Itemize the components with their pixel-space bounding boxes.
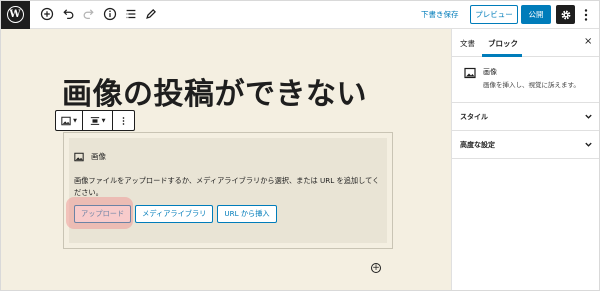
- image-icon: [61, 116, 71, 125]
- preview-button[interactable]: プレビュー: [470, 5, 518, 24]
- vertical-ellipsis-icon: [584, 8, 588, 21]
- add-block-plus-icon[interactable]: [39, 6, 55, 22]
- caret-down-icon: ▼: [73, 117, 77, 124]
- block-card-description: 画像を挿入し、視覚に訴えます。: [483, 81, 580, 89]
- panel-advanced[interactable]: 高度な設定: [452, 131, 600, 159]
- tab-document[interactable]: 文書: [460, 38, 475, 49]
- image-block-label-text: 画像: [91, 152, 106, 161]
- list-view-icon[interactable]: [123, 6, 139, 22]
- image-icon: [464, 67, 476, 79]
- block-type-switcher[interactable]: ▼: [56, 111, 83, 130]
- image-block-label: 画像: [74, 151, 106, 162]
- panel-advanced-title: 高度な設定: [460, 141, 495, 149]
- undo-icon[interactable]: [60, 6, 76, 22]
- save-draft-button[interactable]: 下書き保存: [421, 9, 459, 20]
- info-icon[interactable]: [102, 6, 118, 22]
- chevron-down-icon: [585, 114, 592, 119]
- image-block-instructions: 画像ファイルをアップロードするか、メディアライブラリから選択、または URL を…: [74, 176, 380, 197]
- block-options-button[interactable]: [113, 111, 134, 130]
- upload-button-highlight: [66, 197, 133, 229]
- post-title[interactable]: 画像の投稿ができない: [62, 69, 367, 113]
- insert-from-url-button[interactable]: URL から挿入: [217, 205, 277, 223]
- close-sidebar-button[interactable]: ×: [584, 36, 592, 47]
- redo-icon[interactable]: [81, 6, 97, 22]
- panel-style[interactable]: スタイル: [452, 103, 600, 131]
- wordpress-icon: W: [6, 6, 24, 23]
- editor-canvas: 画像の投稿ができない ▼ ▼ 画像 画像ファイルをアップロードするか、メディアラ…: [0, 29, 451, 291]
- vertical-ellipsis-icon: [122, 116, 125, 125]
- gear-icon: [561, 10, 570, 19]
- sidebar-tabs: 文書 ブロック ×: [452, 29, 600, 57]
- add-block-button[interactable]: +: [371, 263, 381, 273]
- media-library-button[interactable]: メディアライブラリ: [135, 205, 214, 223]
- settings-sidebar: 文書 ブロック × 画像 画像を挿入し、視覚に訴えます。 スタイル 高度な設定: [451, 29, 600, 291]
- block-card-title: 画像: [483, 68, 497, 76]
- edit-pencil-icon[interactable]: [143, 6, 159, 22]
- tab-block[interactable]: ブロック: [488, 38, 518, 49]
- panel-style-title: スタイル: [460, 113, 488, 121]
- align-button[interactable]: ▼: [83, 111, 113, 130]
- block-card: 画像 画像を挿入し、視覚に訴えます。: [452, 57, 600, 103]
- image-block-placeholder: 画像 画像ファイルをアップロードするか、メディアライブラリから選択、または UR…: [63, 132, 393, 249]
- block-toolbar: ▼ ▼: [55, 110, 135, 131]
- more-options-button[interactable]: [579, 6, 593, 23]
- publish-button[interactable]: 公開: [521, 5, 551, 24]
- chevron-down-icon: [585, 142, 592, 147]
- caret-down-icon: ▼: [101, 117, 106, 124]
- wordpress-logo-button[interactable]: W: [0, 0, 30, 29]
- align-center-icon: [90, 116, 99, 125]
- settings-button[interactable]: [556, 5, 575, 24]
- image-icon: [74, 151, 85, 162]
- editor-header: W 下書き保存 プレビュー 公開: [0, 0, 600, 29]
